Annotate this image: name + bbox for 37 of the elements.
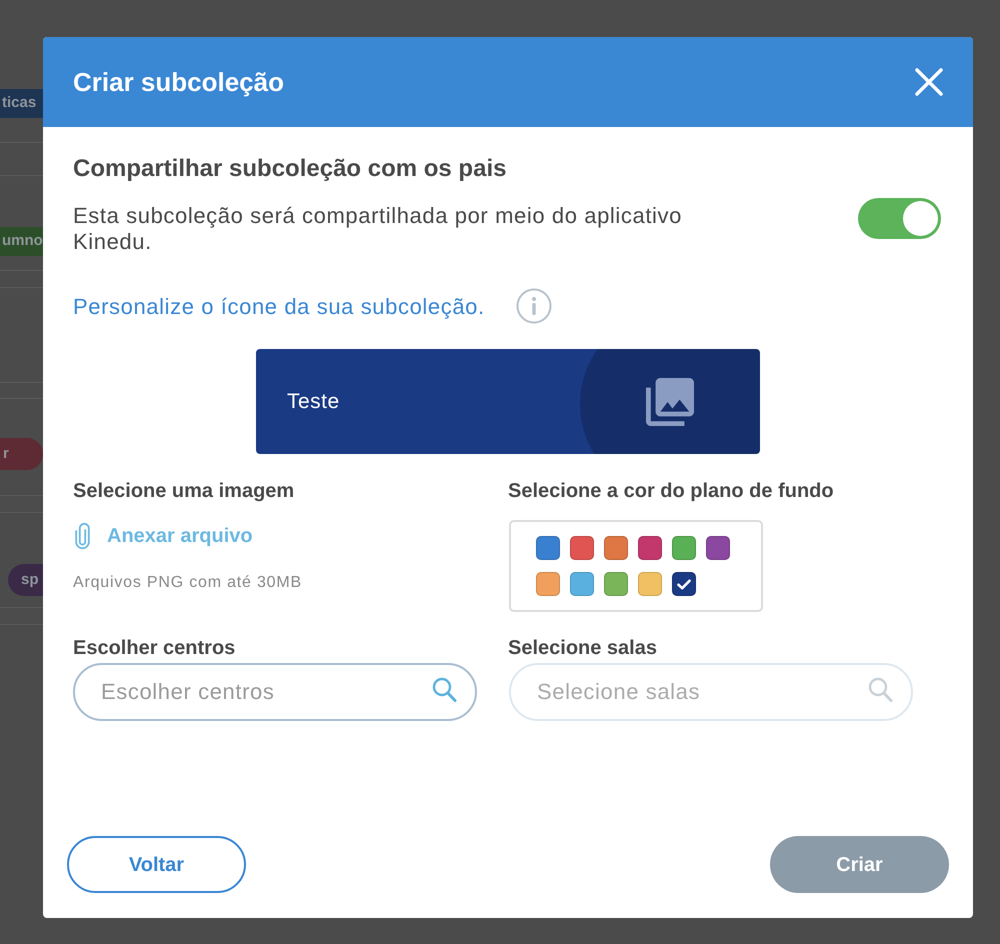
close-icon [915, 68, 943, 96]
field-label: Selecione a cor do plano de fundo [508, 479, 835, 503]
field-label: Selecione uma imagem [73, 479, 296, 503]
image-icon [646, 378, 694, 426]
color-swatch[interactable] [672, 572, 696, 596]
color-swatch[interactable] [638, 536, 662, 560]
field-label: Escolher centros [73, 636, 236, 660]
paperclip-icon [73, 522, 92, 550]
attach-file-link[interactable]: Anexar arquivo [107, 521, 253, 551]
section-heading: Compartilhar subcoleção com os pais [73, 154, 508, 184]
toggle-switch[interactable] [858, 198, 941, 239]
tag-label: ticas [0, 89, 43, 118]
tag-label: sp [8, 564, 43, 596]
search-icon [432, 677, 457, 703]
share-description: Esta subcoleção será compartilhada por meio do aplicativo Kinedu. [73, 203, 683, 255]
color-swatch[interactable] [672, 536, 696, 560]
close-button[interactable] [914, 67, 944, 97]
color-swatch[interactable] [706, 536, 730, 560]
customize-icon-link[interactable]: Personalize o ícone da sua subcoleção. [73, 290, 485, 322]
color-swatch[interactable] [570, 536, 594, 560]
file-hint: Arquivos PNG com até 30MB [73, 573, 302, 593]
color-swatch[interactable] [604, 536, 628, 560]
color-swatch[interactable] [536, 572, 560, 596]
tag-label: umno [0, 227, 43, 256]
dialog-title: Criar subcoleção [73, 66, 284, 98]
color-swatch[interactable] [536, 536, 560, 560]
field-label: Selecione salas [508, 636, 658, 660]
search-field[interactable]: Escolher centros [73, 663, 477, 721]
search-icon [868, 677, 893, 703]
back-button[interactable]: Voltar [67, 836, 246, 893]
tag-label: r [0, 438, 43, 470]
color-swatch[interactable] [604, 572, 628, 596]
toggle-thumb [903, 201, 938, 236]
color-swatch[interactable] [638, 572, 662, 596]
check-icon [677, 578, 691, 590]
color-swatch[interactable] [570, 572, 594, 596]
preview-title: Teste [287, 388, 340, 415]
